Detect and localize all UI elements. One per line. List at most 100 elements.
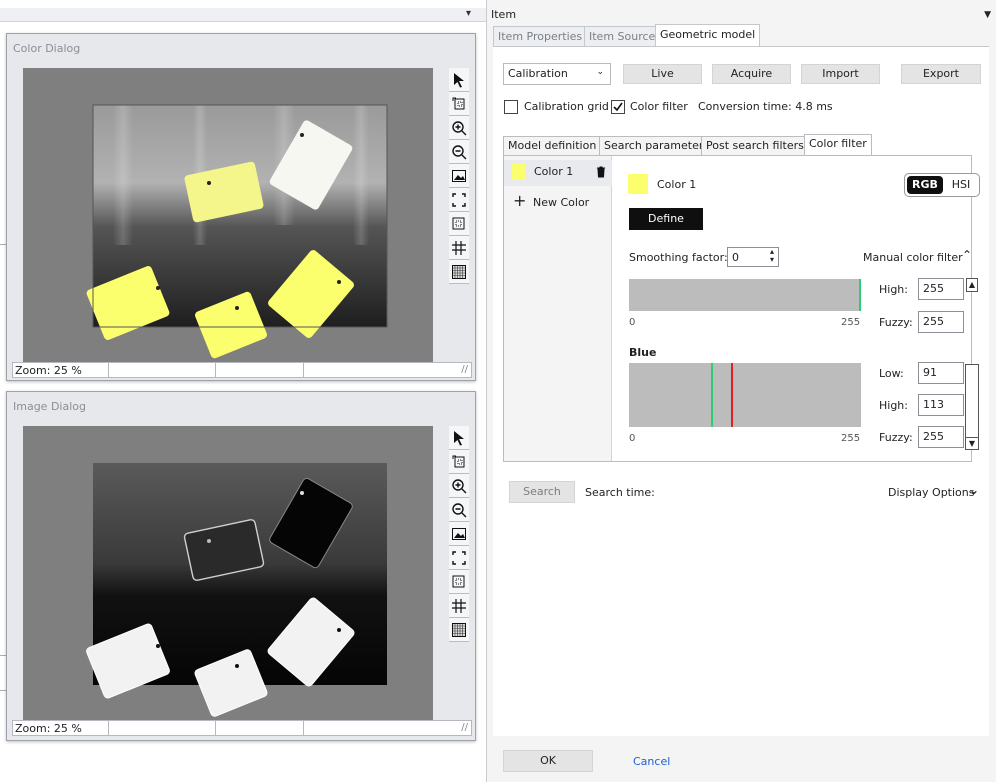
color-dialog-title: Color Dialog	[13, 42, 81, 55]
grid-icon[interactable]	[449, 236, 469, 260]
live-button[interactable]: Live	[623, 64, 702, 84]
color-dialog-statusbar: Zoom: 25 % //	[12, 362, 472, 378]
image-icon[interactable]	[449, 164, 469, 188]
zoom-out-icon[interactable]	[449, 498, 469, 522]
low-label: Low:	[879, 367, 904, 380]
channel-marker[interactable]	[859, 279, 861, 311]
fine-grid-icon[interactable]	[449, 260, 469, 284]
define-button[interactable]: Define	[629, 208, 703, 230]
workspace-menu-arrow-icon[interactable]: ▾	[466, 8, 471, 19]
fuzzy-input[interactable]: 255	[918, 311, 964, 333]
export-button[interactable]: Export	[901, 64, 981, 84]
color-dialog-viewport[interactable]	[23, 68, 433, 368]
zoom-out-icon[interactable]	[449, 140, 469, 164]
tab-geometric-model[interactable]: Geometric model	[655, 24, 761, 46]
status-separator	[108, 721, 109, 735]
subtab-color-filter[interactable]: Color filter	[804, 134, 872, 155]
fit-icon[interactable]	[449, 188, 469, 212]
low-input[interactable]: 91	[918, 362, 964, 384]
color-list: Color 1 + New Color	[504, 156, 612, 461]
vertical-scrollbar[interactable]: ▼	[965, 364, 979, 450]
low-value: 91	[923, 366, 937, 379]
chevron-up-icon[interactable]: ⌃	[962, 248, 972, 262]
crop-icon[interactable]	[449, 450, 469, 474]
high-marker[interactable]	[731, 363, 733, 427]
subtab-search-parameter[interactable]: Search parameter	[599, 136, 709, 155]
channel-range-bar[interactable]	[629, 363, 861, 427]
low-marker[interactable]	[711, 363, 713, 427]
smoothing-factor-input[interactable]: 0 ▴ ▾	[727, 247, 779, 267]
spinner-icon[interactable]: ▴ ▾	[770, 248, 774, 264]
color-filter-checkbox[interactable]	[611, 100, 625, 114]
channel-range-bar[interactable]	[629, 279, 861, 311]
image-icon[interactable]	[449, 522, 469, 546]
chevron-down-icon: ⌄	[596, 67, 604, 77]
acquire-button[interactable]: Acquire	[712, 64, 791, 84]
color-dialog[interactable]: Color Dialog Zoom: 25 % //	[6, 33, 476, 381]
image-dialog-viewport[interactable]	[23, 426, 433, 722]
tab-item-properties[interactable]: Item Properties	[493, 26, 588, 46]
item-header: Item ▼	[487, 8, 996, 22]
list-item[interactable]: Color 1	[504, 160, 612, 186]
subtab-post-search-filters[interactable]: Post search filters	[701, 136, 809, 155]
crop-icon[interactable]	[449, 92, 469, 116]
search-button[interactable]: Search	[509, 481, 575, 503]
display-options-label[interactable]: Display Options	[888, 486, 975, 499]
pointer-icon[interactable]	[449, 426, 469, 450]
zoom-in-icon[interactable]	[449, 474, 469, 498]
new-color-label: New Color	[533, 196, 590, 209]
high-input[interactable]: 255	[918, 278, 964, 300]
image-dialog[interactable]: Image Dialog Zoom: 25 % //	[6, 391, 476, 741]
scroll-down-icon[interactable]: ▼	[966, 437, 978, 449]
tab-item-source[interactable]: Item Source	[584, 26, 661, 46]
chevron-down-icon[interactable]: ⌄	[969, 483, 979, 497]
fuzzy-input[interactable]: 255	[918, 426, 964, 448]
color-camera-image	[86, 104, 388, 359]
resize-grip-icon[interactable]: //	[461, 364, 468, 375]
high-input[interactable]: 113	[918, 394, 964, 416]
range-max-label: 255	[841, 317, 861, 328]
color-filter-panel: Color 1 + New Color Color 1 RGB HSI Defi…	[503, 155, 980, 462]
zoom-in-icon[interactable]	[449, 116, 469, 140]
pointer-icon[interactable]	[449, 68, 469, 92]
grid-icon[interactable]	[449, 594, 469, 618]
status-separator	[303, 721, 304, 735]
import-button[interactable]: Import	[801, 64, 880, 84]
plus-icon: +	[513, 191, 527, 210]
new-color-button[interactable]: + New Color	[504, 192, 612, 214]
scroll-up-icon[interactable]: ▲	[966, 278, 978, 292]
checkmark-icon	[613, 102, 623, 112]
rgb-option[interactable]: RGB	[907, 176, 943, 194]
calibration-grid-checkbox[interactable]	[504, 100, 518, 114]
image-dialog-toolbar	[449, 426, 469, 642]
ok-button[interactable]: OK	[503, 750, 593, 772]
region-icon[interactable]	[449, 570, 469, 594]
color-swatch	[512, 164, 526, 180]
item-title: Item	[491, 8, 517, 21]
subtab-model-definition[interactable]: Model definition	[503, 136, 602, 155]
fuzzy-label: Fuzzy:	[879, 431, 913, 444]
resize-grip-icon[interactable]: //	[461, 722, 468, 733]
rgb-hsi-toggle[interactable]: RGB HSI	[904, 173, 980, 197]
cancel-link[interactable]: Cancel	[633, 755, 670, 768]
status-separator	[303, 363, 304, 377]
fuzzy-value: 255	[923, 430, 944, 443]
fit-icon[interactable]	[449, 546, 469, 570]
trash-icon[interactable]	[596, 166, 606, 178]
image-dialog-title: Image Dialog	[13, 400, 86, 413]
mode-select-value: Calibration	[508, 67, 568, 80]
region-icon[interactable]	[449, 212, 469, 236]
high-value: 113	[923, 398, 944, 411]
color-filter-label: Color filter	[630, 100, 688, 113]
dialog-footer: OK Cancel	[493, 736, 989, 782]
fine-grid-icon[interactable]	[449, 618, 469, 642]
conversion-time: Conversion time: 4.8 ms	[698, 100, 833, 113]
range-max-label: 255	[841, 433, 861, 444]
selected-color-swatch	[628, 174, 648, 194]
status-separator	[215, 721, 216, 735]
hsi-option[interactable]: HSI	[945, 176, 977, 194]
item-menu-arrow-icon[interactable]: ▼	[984, 10, 991, 20]
fuzzy-value: 255	[923, 315, 944, 328]
mode-select[interactable]: Calibration ⌄	[503, 63, 611, 85]
smoothing-factor-value: 0	[732, 251, 739, 264]
